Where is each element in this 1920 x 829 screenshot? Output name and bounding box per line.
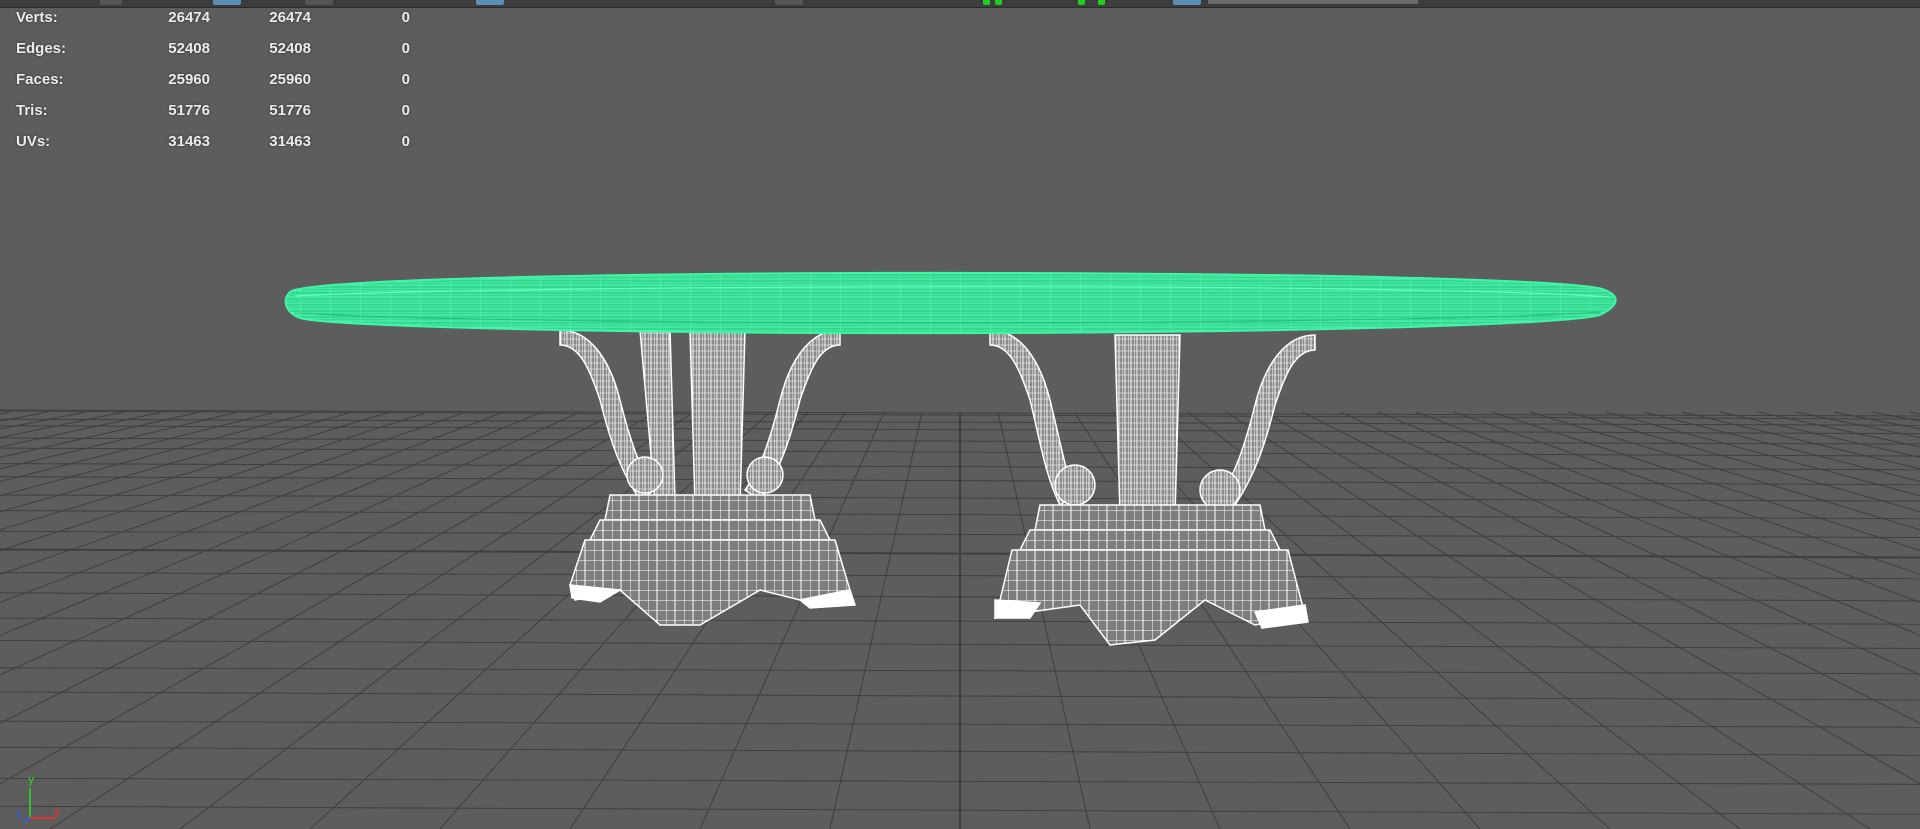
pedestal-left[interactable] bbox=[559, 329, 857, 626]
toolbar-toggle[interactable] bbox=[995, 0, 1002, 5]
axis-x-label: x bbox=[54, 806, 61, 818]
hud-value: 25960 bbox=[269, 71, 311, 88]
hud-label: Faces: bbox=[16, 71, 64, 88]
hud-label: Verts: bbox=[16, 9, 58, 26]
axis-y-label: y bbox=[28, 774, 35, 786]
hud-value: 0 bbox=[401, 9, 410, 26]
hud-value: 26474 bbox=[168, 9, 210, 26]
hud-label: UVs: bbox=[16, 133, 51, 150]
toolbar-button[interactable] bbox=[775, 0, 803, 5]
pedestal-right[interactable] bbox=[989, 329, 1316, 646]
hud-label: Tris: bbox=[16, 102, 48, 119]
hud-value: 25960 bbox=[168, 71, 210, 88]
axis-z-label: z bbox=[16, 808, 22, 820]
hud-value: 26474 bbox=[269, 9, 311, 26]
hud-value: 31463 bbox=[269, 133, 311, 150]
hud-value: 0 bbox=[401, 133, 410, 150]
hud-value: 52408 bbox=[168, 40, 210, 57]
toolbar-button[interactable] bbox=[476, 0, 504, 5]
hud-value: 0 bbox=[401, 102, 410, 119]
scene-canvas[interactable] bbox=[0, 0, 1920, 829]
toolbar-toggle[interactable] bbox=[1098, 0, 1105, 5]
hud-value: 31463 bbox=[168, 133, 210, 150]
toolbar-button[interactable] bbox=[100, 0, 122, 5]
ground-grid bbox=[0, 409, 1920, 829]
toolbar-strip bbox=[0, 0, 1920, 8]
hud-value: 0 bbox=[401, 40, 410, 57]
hud-value: 52408 bbox=[269, 40, 311, 57]
toolbar-button[interactable] bbox=[305, 0, 333, 5]
hud-value: 51776 bbox=[269, 102, 311, 119]
hud-value: 51776 bbox=[168, 102, 210, 119]
toolbar-toggle[interactable] bbox=[1078, 0, 1085, 5]
toolbar-button[interactable] bbox=[213, 0, 241, 5]
axis-gizmo-icon: y z x bbox=[14, 774, 74, 828]
table-top-selected[interactable] bbox=[284, 271, 1617, 335]
viewport-3d[interactable]: Verts: 26474 26474 0 Edges: 52408 52408 … bbox=[0, 0, 1920, 829]
toolbar-toggle[interactable] bbox=[983, 0, 990, 5]
toolbar-button[interactable] bbox=[1173, 0, 1201, 5]
hud-value: 0 bbox=[401, 71, 410, 88]
toolbar-field[interactable] bbox=[1208, 0, 1418, 4]
hud-label: Edges: bbox=[16, 40, 67, 57]
